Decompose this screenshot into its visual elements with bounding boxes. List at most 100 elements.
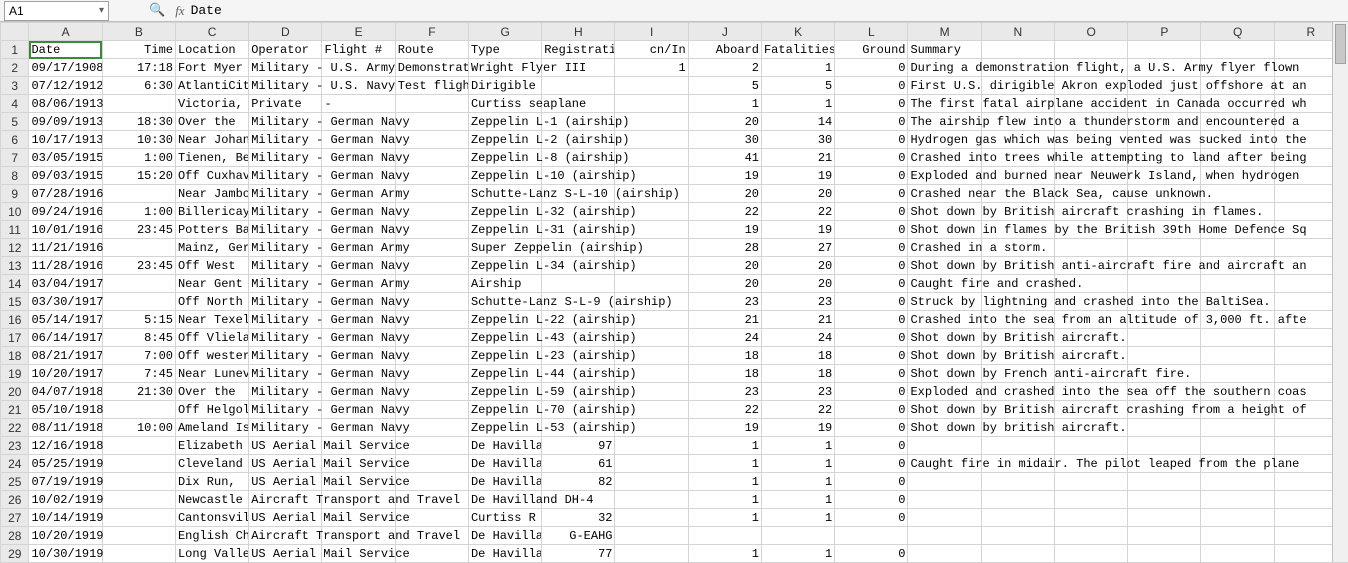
cell-D28[interactable]: Aircraft Transport and Travel (249, 527, 322, 545)
cell-B18[interactable]: 7:00 (102, 347, 175, 365)
cell-G23[interactable]: De Havilland (468, 437, 541, 455)
cell-O1[interactable] (1054, 41, 1127, 59)
cell-C29[interactable]: Long Valley (175, 545, 248, 563)
cell-H27[interactable]: 32 (542, 509, 615, 527)
cell-A15[interactable]: 03/30/1917 (29, 293, 102, 311)
cell-K14[interactable]: 20 (761, 275, 834, 293)
cell-G26[interactable]: De Havilland DH-4 (468, 491, 541, 509)
cell-A17[interactable]: 06/14/1917 (29, 329, 102, 347)
cell-L27[interactable]: 0 (835, 509, 908, 527)
cell-D3[interactable]: Military - U.S. Navy (249, 77, 322, 95)
name-box-dropdown-icon[interactable]: ▾ (99, 5, 104, 16)
cell-M4[interactable]: The first fatal airplane accident in Can… (908, 95, 981, 113)
cell-L1[interactable]: Ground (835, 41, 908, 59)
cell-D27[interactable]: US Aerial Mail Service (249, 509, 322, 527)
cell-A24[interactable]: 05/25/1919 (29, 455, 102, 473)
cell-L11[interactable]: 0 (835, 221, 908, 239)
cell-G20[interactable]: Zeppelin L-59 (airship) (468, 383, 541, 401)
row-header-7[interactable]: 7 (1, 149, 29, 167)
row-header-8[interactable]: 8 (1, 167, 29, 185)
cell-M17[interactable]: Shot down by British aircraft. (908, 329, 981, 347)
cell-L14[interactable]: 0 (835, 275, 908, 293)
cell-I4[interactable] (615, 95, 688, 113)
cell-L24[interactable]: 0 (835, 455, 908, 473)
cell-C10[interactable]: Billericay (175, 203, 248, 221)
cell-A29[interactable]: 10/30/1919 (29, 545, 102, 563)
col-header-N[interactable]: N (981, 23, 1054, 41)
cell-D15[interactable]: Military - German Navy (249, 293, 322, 311)
cell-B14[interactable] (102, 275, 175, 293)
search-icon[interactable]: 🔍 (149, 3, 165, 18)
cell-P18[interactable] (1128, 347, 1201, 365)
cell-K17[interactable]: 24 (761, 329, 834, 347)
cell-A28[interactable]: 10/20/1919 (29, 527, 102, 545)
col-header-D[interactable]: D (249, 23, 322, 41)
cell-H14[interactable] (542, 275, 615, 293)
cell-A6[interactable]: 10/17/1913 (29, 131, 102, 149)
row-header-17[interactable]: 17 (1, 329, 29, 347)
cell-L15[interactable]: 0 (835, 293, 908, 311)
cell-L3[interactable]: 0 (835, 77, 908, 95)
cell-K19[interactable]: 18 (761, 365, 834, 383)
cell-C13[interactable]: Off West (175, 257, 248, 275)
cell-J25[interactable]: 1 (688, 473, 761, 491)
row-header-4[interactable]: 4 (1, 95, 29, 113)
col-header-K[interactable]: K (761, 23, 834, 41)
cell-B2[interactable]: 17:18 (102, 59, 175, 77)
row-header-27[interactable]: 27 (1, 509, 29, 527)
cell-O23[interactable] (1054, 437, 1127, 455)
cell-G28[interactable]: De Havilland (468, 527, 541, 545)
cell-A11[interactable]: 10/01/1916 (29, 221, 102, 239)
cell-N28[interactable] (981, 527, 1054, 545)
cell-J9[interactable]: 20 (688, 185, 761, 203)
cell-Q29[interactable] (1201, 545, 1274, 563)
cell-A1[interactable]: Date (29, 41, 102, 59)
cell-Q25[interactable] (1201, 473, 1274, 491)
cell-B22[interactable]: 10:00 (102, 419, 175, 437)
cell-E4[interactable]: - (322, 95, 395, 113)
select-all-corner[interactable] (1, 23, 29, 41)
cell-J11[interactable]: 19 (688, 221, 761, 239)
cell-A2[interactable]: 09/17/1908 (29, 59, 102, 77)
cell-B27[interactable] (102, 509, 175, 527)
cell-D26[interactable]: Aircraft Transport and Travel (249, 491, 322, 509)
col-header-Q[interactable]: Q (1201, 23, 1274, 41)
cell-K6[interactable]: 30 (761, 131, 834, 149)
cell-G18[interactable]: Zeppelin L-23 (airship) (468, 347, 541, 365)
cell-A22[interactable]: 08/11/1918 (29, 419, 102, 437)
cell-K22[interactable]: 19 (761, 419, 834, 437)
row-header-24[interactable]: 24 (1, 455, 29, 473)
cell-K15[interactable]: 23 (761, 293, 834, 311)
col-header-J[interactable]: J (688, 23, 761, 41)
cell-L28[interactable] (835, 527, 908, 545)
cell-K11[interactable]: 19 (761, 221, 834, 239)
cell-C28[interactable]: English Channel (175, 527, 248, 545)
cell-G19[interactable]: Zeppelin L-44 (airship) (468, 365, 541, 383)
cell-P17[interactable] (1128, 329, 1201, 347)
cell-L26[interactable]: 0 (835, 491, 908, 509)
cell-J20[interactable]: 23 (688, 383, 761, 401)
cell-G4[interactable]: Curtiss seaplane (468, 95, 541, 113)
col-header-O[interactable]: O (1054, 23, 1127, 41)
cell-G6[interactable]: Zeppelin L-2 (airship) (468, 131, 541, 149)
cell-D2[interactable]: Military - U.S. Army (249, 59, 322, 77)
cell-M2[interactable]: During a demonstration flight, a U.S. Ar… (908, 59, 981, 77)
cell-A26[interactable]: 10/02/1919 (29, 491, 102, 509)
row-header-6[interactable]: 6 (1, 131, 29, 149)
cell-B11[interactable]: 23:45 (102, 221, 175, 239)
cell-N27[interactable] (981, 509, 1054, 527)
cell-I24[interactable] (615, 455, 688, 473)
row-header-18[interactable]: 18 (1, 347, 29, 365)
cell-M13[interactable]: Shot down by British anti-aircraft fire … (908, 257, 981, 275)
cell-P22[interactable] (1128, 419, 1201, 437)
cell-Q23[interactable] (1201, 437, 1274, 455)
cell-C12[interactable]: Mainz, Germany (175, 239, 248, 257)
cell-A4[interactable]: 08/06/1913 (29, 95, 102, 113)
row-header-14[interactable]: 14 (1, 275, 29, 293)
cell-N26[interactable] (981, 491, 1054, 509)
cell-G21[interactable]: Zeppelin L-70 (airship) (468, 401, 541, 419)
col-header-L[interactable]: L (835, 23, 908, 41)
cell-G5[interactable]: Zeppelin L-1 (airship) (468, 113, 541, 131)
cell-G24[interactable]: De Havilland (468, 455, 541, 473)
cell-M22[interactable]: Shot down by british aircraft. (908, 419, 981, 437)
